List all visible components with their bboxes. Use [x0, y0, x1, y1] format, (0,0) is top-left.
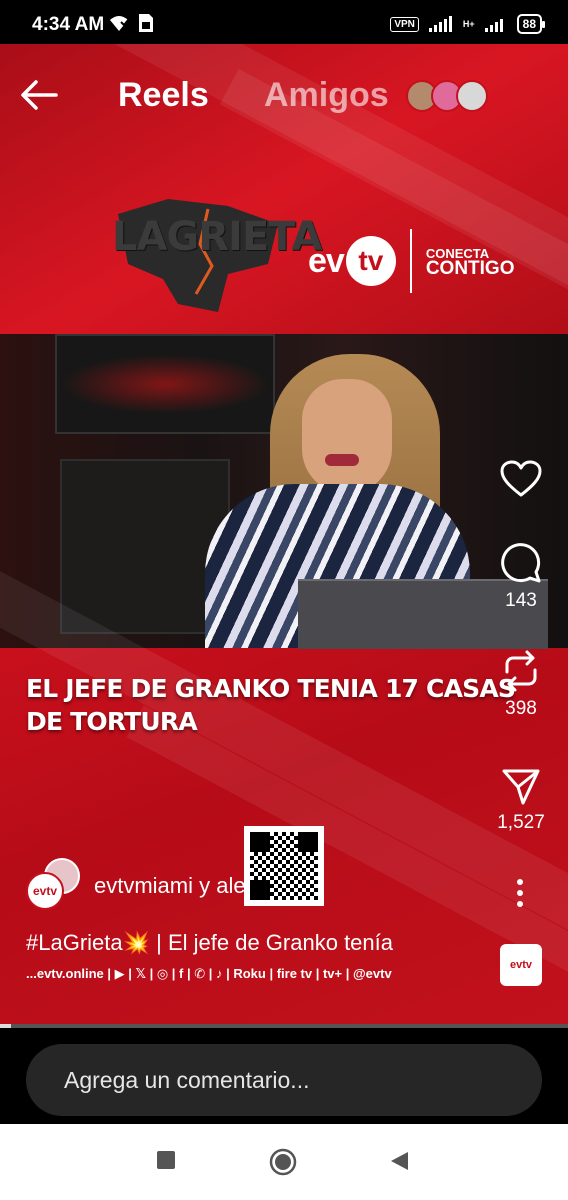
status-right: VPN H+ 88	[390, 14, 546, 34]
status-bar: 4:34 AM VPN H+ 88	[0, 0, 568, 44]
sim-card-icon	[139, 14, 153, 32]
tab-amigos[interactable]: Amigos	[264, 76, 389, 115]
evtv-logo: ev tv CONECTA CONTIGO	[308, 229, 515, 293]
system-nav-bar	[0, 1124, 568, 1200]
caption-hashtag[interactable]: #LaGrieta	[26, 930, 123, 955]
qr-code	[244, 826, 324, 906]
send-count: 1,527	[497, 812, 545, 833]
social-strip: ...evtv.online | ▶ | 𝕏 | ◎ | f | ✆ | ♪ |…	[26, 966, 392, 981]
back-triangle-icon[interactable]	[388, 1150, 410, 1172]
show-logo-text: LAGRIETA	[112, 214, 322, 260]
caption-text: | El jefe de Granko tenía	[150, 930, 393, 955]
avatar: evtv	[26, 872, 64, 910]
network-type: H+	[462, 19, 475, 29]
video-headline: EL JEFE DE GRANKO TENIA 17 CASAS DE TORT…	[26, 674, 516, 736]
comment-input[interactable]: Agrega un comentario...	[26, 1044, 542, 1116]
send-button[interactable]: 1,527	[494, 766, 548, 834]
evtv-logo-ev: ev	[308, 241, 345, 280]
repost-icon	[505, 650, 537, 692]
battery-icon: 88	[516, 14, 546, 34]
home-icon[interactable]	[269, 1148, 297, 1176]
comment-button[interactable]: 143	[494, 542, 548, 612]
comment-bubble-icon	[501, 543, 541, 583]
studio-scene	[0, 334, 568, 649]
avatar	[456, 80, 488, 112]
evtv-logo-tv: tv	[345, 236, 396, 286]
comment-count: 143	[505, 590, 537, 611]
evtv-tagline: CONECTA CONTIGO	[425, 246, 515, 279]
recent-apps-icon[interactable]	[156, 1150, 176, 1170]
remix-button[interactable]: 398	[494, 650, 548, 720]
send-icon	[502, 769, 540, 805]
evtv-tagline-bottom: CONTIGO	[425, 257, 515, 279]
signal-icon	[428, 16, 452, 32]
heart-icon	[500, 460, 542, 497]
like-button[interactable]	[494, 460, 548, 504]
caption-emoji: 💥	[122, 930, 151, 955]
back-arrow-icon[interactable]	[20, 78, 58, 112]
tab-reels[interactable]: Reels	[118, 76, 209, 115]
audio-thumbnail[interactable]: evtv	[500, 944, 542, 986]
share-count: 398	[505, 698, 537, 719]
more-options-icon[interactable]	[508, 876, 532, 910]
wifi-check-icon	[110, 16, 130, 31]
status-time: 4:34 AM	[32, 14, 105, 35]
author-avatars[interactable]: evtv	[26, 858, 86, 914]
status-left-icons	[108, 13, 154, 33]
vpn-badge: VPN	[390, 16, 419, 32]
post-caption[interactable]: #LaGrieta💥 | El jefe de Granko tenía	[26, 930, 393, 956]
signal-icon-2	[484, 19, 503, 32]
comment-area: Agrega un comentario...	[0, 1028, 568, 1124]
friend-avatars[interactable]	[406, 80, 488, 112]
evtv-divider	[409, 229, 412, 293]
